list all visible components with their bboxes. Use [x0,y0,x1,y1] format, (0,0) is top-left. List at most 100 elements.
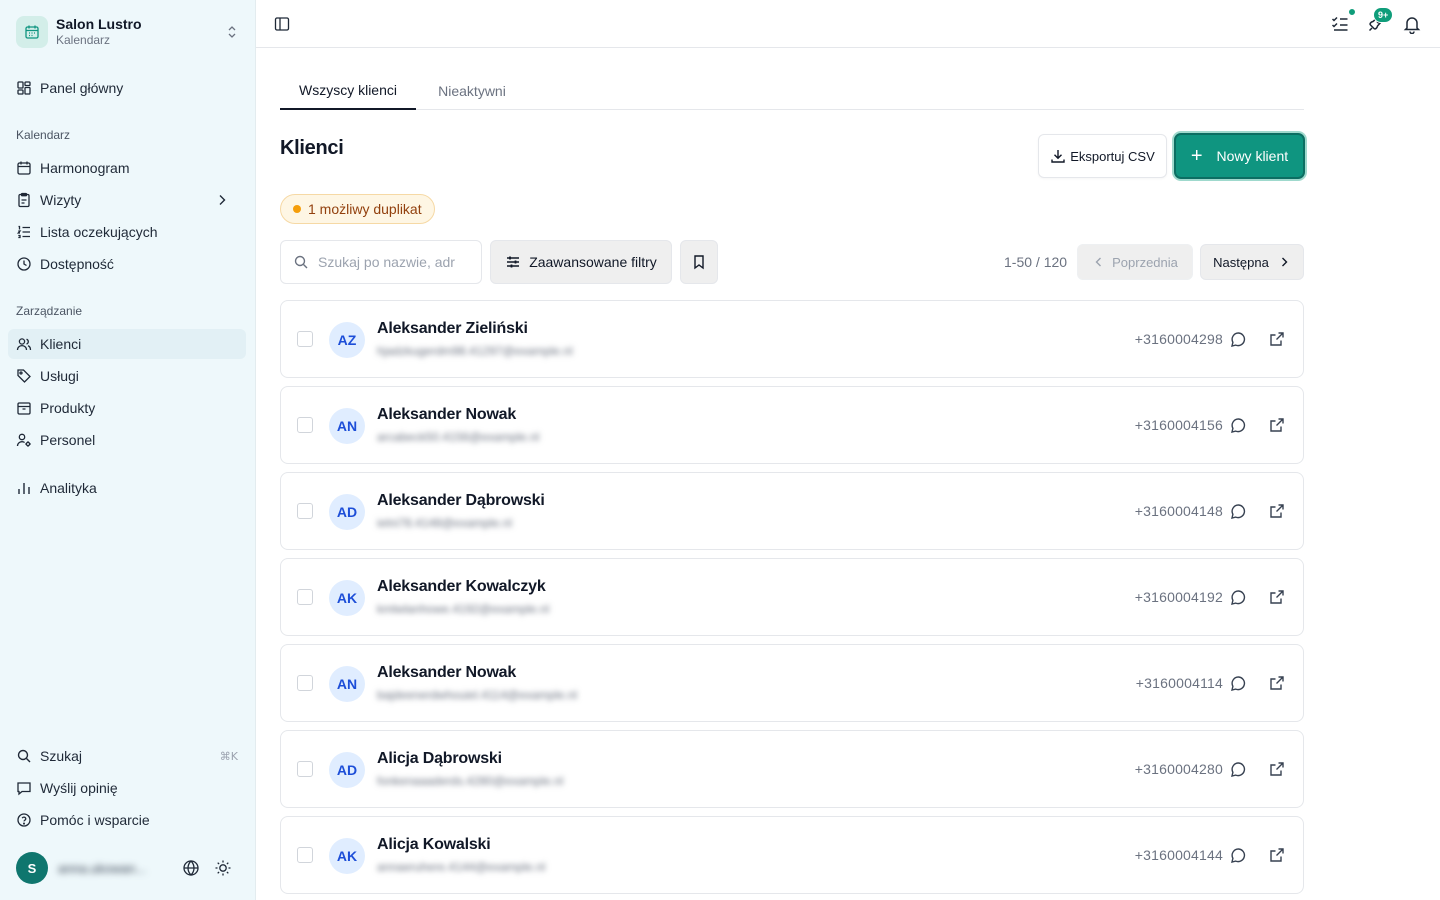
external-link-icon[interactable] [1269,589,1285,605]
sidebar-item-visits[interactable]: Wizyty [8,185,246,215]
message-circle-icon[interactable] [1230,761,1247,778]
client-row[interactable]: AK Aleksander Kowalczyk kmlwlanhowe.4192… [280,558,1304,636]
sidebar-item-availability[interactable]: Dostępność [8,249,246,279]
duplicate-warning-text: 1 możliwy duplikat [308,201,422,217]
tab-all-clients[interactable]: Wszyscy klienci [280,72,416,110]
user-menu[interactable]: S anna.ukowan... [16,852,246,884]
export-csv-button[interactable]: Eksportuj CSV [1038,134,1167,178]
list-ordered-icon [16,225,30,239]
client-name: Aleksander Nowak [377,664,517,681]
client-row[interactable]: AZ Aleksander Zieliński hjadzkugerdm98.4… [280,300,1304,378]
sidebar-item-analytics[interactable]: Analityka [8,473,246,503]
client-email: arcabeck50.4156@example.nl [377,430,540,444]
sidebar-item-label: Usługi [40,368,79,384]
next-page-label: Następna [1213,254,1269,270]
search-icon [294,255,308,269]
external-link-icon[interactable] [1269,761,1285,777]
client-name: Alicja Dąbrowski [377,750,502,767]
message-circle-icon[interactable] [1230,675,1247,692]
client-row[interactable]: AK Alicja Kowalski annaeruhere.4144@exam… [280,816,1304,894]
workspace-subtitle: Kalendarz [56,33,111,47]
external-link-icon[interactable] [1269,675,1285,691]
user-name: anna.ukowan... [58,861,147,875]
client-name: Aleksander Dąbrowski [377,492,545,509]
message-circle-icon[interactable] [1230,847,1247,864]
external-link-icon[interactable] [1269,417,1285,433]
chevrons-up-down-icon [228,26,236,38]
warning-dot [293,205,301,213]
saved-views-button[interactable] [680,240,718,284]
client-avatar: AD [329,752,365,788]
help-circle-icon [17,813,31,827]
sidebar-item-products[interactable]: Produkty [8,393,246,423]
search-icon [17,749,31,763]
bar-chart-icon [18,483,30,494]
sun-icon[interactable] [214,859,232,877]
checklist-icon[interactable] [1330,14,1350,34]
sidebar-item-help[interactable]: Pomóc i wsparcie [8,805,246,835]
client-email: hjadzkugerdm98.41297@example.nl [377,344,573,358]
sidebar-item-search[interactable]: Szukaj ⌘K [8,741,246,771]
workspace-name: Salon Lustro [56,16,142,32]
sidebar: Salon Lustro Kalendarz Panel główny Kale… [0,0,256,900]
row-checkbox[interactable] [297,417,313,433]
sidebar-item-clients[interactable]: Klienci [8,329,246,359]
client-avatar: AK [329,838,365,874]
sidebar-item-label: Klienci [40,336,82,352]
row-checkbox[interactable] [297,847,313,863]
client-row[interactable]: AD Aleksander Dąbrowski ielni78.4148@exa… [280,472,1304,550]
sidebar-item-label: Analityka [40,480,97,496]
new-client-button[interactable]: + Nowy klient [1174,133,1305,179]
row-checkbox[interactable] [297,589,313,605]
panel-left-icon[interactable] [274,16,290,32]
notification-count-badge: 9+ [1373,7,1394,23]
client-email: bajdeenerdwhouiel.4114@example.nl [377,688,578,702]
previous-page-button[interactable]: Poprzednia [1077,244,1193,280]
pagination-count: 1-50 / 120 [1004,254,1068,270]
sidebar-item-services[interactable]: Usługi [8,361,246,391]
sliders-icon [507,256,520,268]
message-circle-icon[interactable] [1230,417,1247,434]
sidebar-item-label: Lista oczekujących [40,224,158,240]
globe-icon[interactable] [182,859,200,877]
external-link-icon[interactable] [1269,503,1285,519]
bell-icon[interactable] [1402,14,1422,34]
status-dot [1347,7,1357,17]
sidebar-item-feedback[interactable]: Wyślij opinię [8,773,246,803]
sidebar-item-staff[interactable]: Personel [8,425,246,455]
row-checkbox[interactable] [297,331,313,347]
external-link-icon[interactable] [1269,331,1285,347]
message-circle-icon[interactable] [1230,331,1247,348]
row-checkbox[interactable] [297,503,313,519]
row-checkbox[interactable] [297,675,313,691]
tab-inactive-clients[interactable]: Nieaktywni [416,72,528,110]
message-circle-icon[interactable] [1230,503,1247,520]
message-circle-icon[interactable] [1230,589,1247,606]
sidebar-item-schedule[interactable]: Harmonogram [8,153,246,183]
row-checkbox[interactable] [297,761,313,777]
sidebar-item-waitlist[interactable]: Lista oczekujących [8,217,246,247]
client-row[interactable]: AD Alicja Dąbrowski fonkenaaaderds.4280@… [280,730,1304,808]
sidebar-item-label: Harmonogram [40,160,130,176]
sidebar-item-label: Wizyty [40,192,82,208]
avatar: S [16,852,48,884]
client-row[interactable]: AN Aleksander Nowak arcabeck50.4156@exam… [280,386,1304,464]
client-name: Aleksander Kowalczyk [377,578,546,595]
duplicate-warning-badge[interactable]: 1 możliwy duplikat [280,194,435,224]
search-input[interactable] [318,254,468,270]
client-search[interactable] [280,240,482,284]
users-icon [16,338,32,351]
external-link-icon[interactable] [1269,847,1285,863]
client-email: annaeruhere.4144@example.nl [377,860,546,874]
sidebar-item-dashboard[interactable]: Panel główny [8,73,246,103]
client-phone: +3160004114 [1135,675,1223,691]
export-csv-label: Eksportuj CSV [1070,148,1155,164]
client-avatar: AD [329,494,365,530]
client-email: fonkenaaaderds.4280@example.nl [377,774,564,788]
advanced-filters-button[interactable]: Zaawansowane filtry [490,240,672,284]
client-avatar: AZ [329,322,365,358]
workspace-switcher[interactable]: Salon Lustro Kalendarz [8,8,248,56]
message-square-icon [17,782,31,796]
next-page-button[interactable]: Następna [1200,244,1304,280]
client-row[interactable]: AN Aleksander Nowak bajdeenerdwhouiel.41… [280,644,1304,722]
